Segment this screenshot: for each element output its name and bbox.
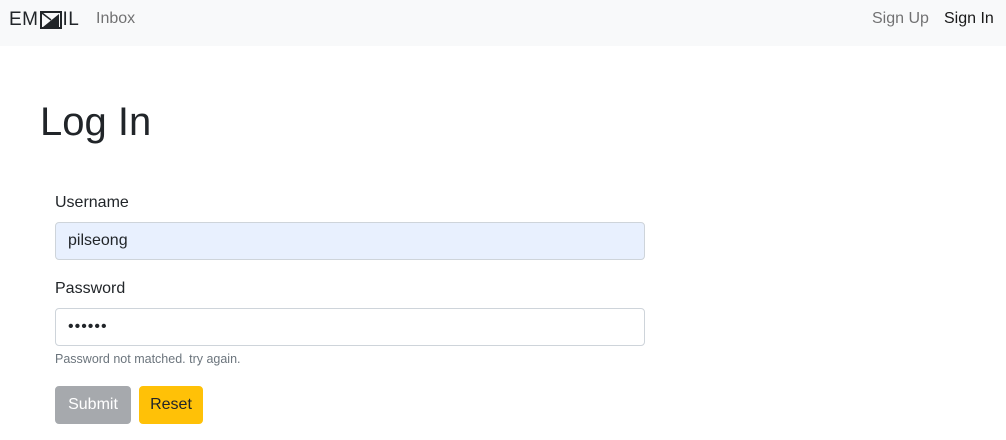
brand-logo[interactable]: EM IL <box>9 9 79 31</box>
submit-button[interactable]: Submit <box>55 386 131 424</box>
envelope-a-icon <box>39 11 62 29</box>
page-title: Log In <box>40 100 152 144</box>
brand-prefix: EM <box>9 9 39 30</box>
nav-link-sign-up[interactable]: Sign Up <box>872 10 929 28</box>
reset-button[interactable]: Reset <box>139 386 203 424</box>
nav-link-inbox[interactable]: Inbox <box>96 10 135 28</box>
username-input[interactable] <box>55 222 645 260</box>
password-label: Password <box>55 280 126 297</box>
nav-link-sign-in[interactable]: Sign In <box>944 10 994 28</box>
username-label: Username <box>55 194 129 211</box>
top-navbar: EM IL Inbox Sign Up Sign In <box>0 0 1006 46</box>
brand-suffix: IL <box>62 9 80 30</box>
password-error-text: Password not matched. try again. <box>55 352 241 366</box>
password-input[interactable] <box>55 308 645 346</box>
